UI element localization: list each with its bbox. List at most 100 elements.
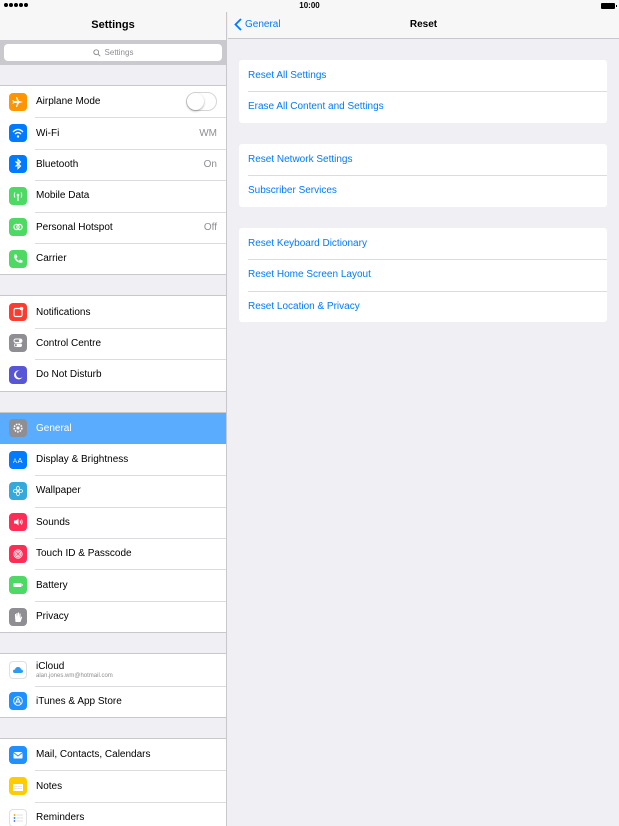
battery-status-icon xyxy=(601,3,617,9)
settings-group: iCloud alan.jones.wm@hotmail.com iTunes & … xyxy=(0,653,226,719)
reminders-icon xyxy=(9,808,27,826)
gear-icon xyxy=(9,419,27,438)
sidebar-item-label: Airplane Mode xyxy=(36,96,101,108)
sidebar-item-label: Mobile Data xyxy=(36,190,90,202)
bluetooth-icon xyxy=(9,155,27,174)
page-title: Reset xyxy=(409,19,438,30)
sidebar-item-sounds[interactable]: Sounds xyxy=(0,506,226,538)
airplane-icon xyxy=(9,92,27,111)
settings-group: Airplane Mode Wi-Fi WM Bluetooth On Mobile Da… xyxy=(0,85,226,276)
sidebar-item-label: Sounds xyxy=(36,516,70,528)
erase-all-content-button[interactable]: Erase All Content and Settings xyxy=(239,91,607,122)
mail-icon xyxy=(9,745,27,764)
sidebar-item-battery[interactable]: Battery xyxy=(0,569,226,600)
search-bar: Settings xyxy=(0,40,226,65)
sidebar-item-label: Personal Hotspot xyxy=(36,221,113,233)
sidebar-item-reminders[interactable]: Reminders xyxy=(0,801,226,826)
sidebar-item-label: Display & Brightness xyxy=(36,454,129,466)
settings-group: General A A Display & Brightness Wallpaper So… xyxy=(0,411,226,634)
search-icon xyxy=(92,48,101,57)
sidebar-item-general[interactable]: General xyxy=(0,412,226,444)
sidebar-title: Settings xyxy=(0,12,226,40)
sidebar-item-mail-contacts-calendars[interactable]: Mail, Contacts, Calendars xyxy=(0,739,226,770)
reset-section-3: Reset Keyboard Dictionary Reset Home Scr… xyxy=(239,228,607,322)
sidebar-item-label: Control Centre xyxy=(36,337,102,349)
hand-icon xyxy=(9,607,27,626)
nav-bar: General Reset xyxy=(228,12,619,39)
status-time: 10:00 xyxy=(299,1,320,10)
sidebar-item-icloud[interactable]: iCloud alan.jones.wm@hotmail.com xyxy=(0,654,226,685)
sidebar-item-wallpaper[interactable]: Wallpaper xyxy=(0,475,226,506)
sidebar-item-notifications[interactable]: Notifications xyxy=(0,296,226,327)
sidebar-item-label: Carrier xyxy=(36,253,67,265)
sidebar-item-bluetooth[interactable]: Bluetooth On xyxy=(0,148,226,180)
sidebar-item-notes[interactable]: Notes xyxy=(0,770,226,801)
control-centre-icon xyxy=(9,334,27,353)
sidebar-item-label: Touch ID & Passcode xyxy=(36,548,132,560)
reset-keyboard-dictionary-button[interactable]: Reset Keyboard Dictionary xyxy=(239,228,607,259)
sidebar-item-label: Bluetooth xyxy=(36,158,79,170)
sidebar-item-itunes-and-app-store[interactable]: iTunes & App Store xyxy=(0,685,226,717)
phone-icon xyxy=(9,249,27,268)
icloud-account: iCloud alan.jones.wm@hotmail.com xyxy=(36,661,217,679)
reset-section-2: Reset Network Settings Subscriber Servic… xyxy=(239,144,607,207)
sidebar-item-label: Notifications xyxy=(36,306,91,318)
moon-icon xyxy=(9,365,27,384)
subscriber-services-button[interactable]: Subscriber Services xyxy=(239,175,607,206)
sidebar-item-label: Mail, Contacts, Calendars xyxy=(36,749,151,761)
sidebar-item-personal-hotspot[interactable]: Personal Hotspot Off xyxy=(0,211,226,243)
wifi-icon xyxy=(9,124,27,143)
sidebar-item-value: On xyxy=(203,158,217,170)
svg-text:A: A xyxy=(13,459,17,465)
sidebar-item-label: Notes xyxy=(36,780,63,792)
sidebar-item-airplane-mode[interactable]: Airplane Mode xyxy=(0,86,226,117)
antenna-icon xyxy=(9,186,27,205)
notes-icon xyxy=(9,777,27,796)
fingerprint-icon xyxy=(9,544,27,563)
sidebar-item-label: General xyxy=(36,422,72,434)
sidebar-item-do-not-disturb[interactable]: Do Not Disturb xyxy=(0,359,226,390)
sidebar-item-label: Wallpaper xyxy=(36,485,81,497)
detail-pane: General Reset Reset All Settings Erase A… xyxy=(228,12,619,826)
airplane-mode-toggle[interactable] xyxy=(186,92,217,112)
reset-network-settings-button[interactable]: Reset Network Settings xyxy=(239,144,607,175)
reset-location-privacy-button[interactable]: Reset Location & Privacy xyxy=(239,290,607,322)
sidebar-item-value: WM xyxy=(199,127,217,139)
sidebar-item-label: Wi-Fi xyxy=(36,127,60,139)
sidebar-item-carrier[interactable]: Carrier xyxy=(0,242,226,274)
display-icon: AA xyxy=(9,450,27,469)
battery-icon xyxy=(9,576,27,595)
search-placeholder: Settings xyxy=(104,48,134,57)
sidebar-item-value: Off xyxy=(203,221,217,233)
notifications-icon xyxy=(9,303,27,322)
hotspot-icon xyxy=(9,218,27,237)
sidebar-item-label: Reminders xyxy=(36,812,85,823)
reset-all-settings-button[interactable]: Reset All Settings xyxy=(239,60,607,91)
settings-group: Notifications Control Centre Do Not Distur… xyxy=(0,295,226,392)
status-bar: 10:00 xyxy=(0,0,619,12)
sidebar-item-label: Privacy xyxy=(36,611,69,623)
wallpaper-icon xyxy=(9,481,27,500)
speaker-icon xyxy=(9,513,27,532)
settings-sidebar: Settings Settings Airplane Mode Wi-Fi WM Bl… xyxy=(0,12,227,826)
search-input[interactable]: Settings xyxy=(4,44,222,61)
sidebar-list: Airplane Mode Wi-Fi WM Bluetooth On Mobile Da… xyxy=(0,65,226,826)
sidebar-item-label: iTunes & App Store xyxy=(36,695,122,707)
sidebar-item-label: Battery xyxy=(36,579,68,591)
settings-group: Mail, Contacts, Calendars Notes Reminders xyxy=(0,738,226,826)
sidebar-item-wi-fi[interactable]: Wi-Fi WM xyxy=(0,117,226,148)
sidebar-item-label: Do Not Disturb xyxy=(36,369,102,381)
sidebar-item-label: iCloud xyxy=(36,660,65,672)
sidebar-item-touch-id-and-passcode[interactable]: Touch ID & Passcode xyxy=(0,538,226,569)
icloud-icon xyxy=(9,660,27,679)
svg-text:A: A xyxy=(18,456,23,465)
sidebar-item-privacy[interactable]: Privacy xyxy=(0,600,226,632)
sidebar-item-display-and-brightness[interactable]: A A Display & Brightness xyxy=(0,444,226,475)
reset-home-screen-layout-button[interactable]: Reset Home Screen Layout xyxy=(239,259,607,290)
sidebar-item-control-centre[interactable]: Control Centre xyxy=(0,327,226,359)
sidebar-item-mobile-data[interactable]: Mobile Data xyxy=(0,180,226,211)
